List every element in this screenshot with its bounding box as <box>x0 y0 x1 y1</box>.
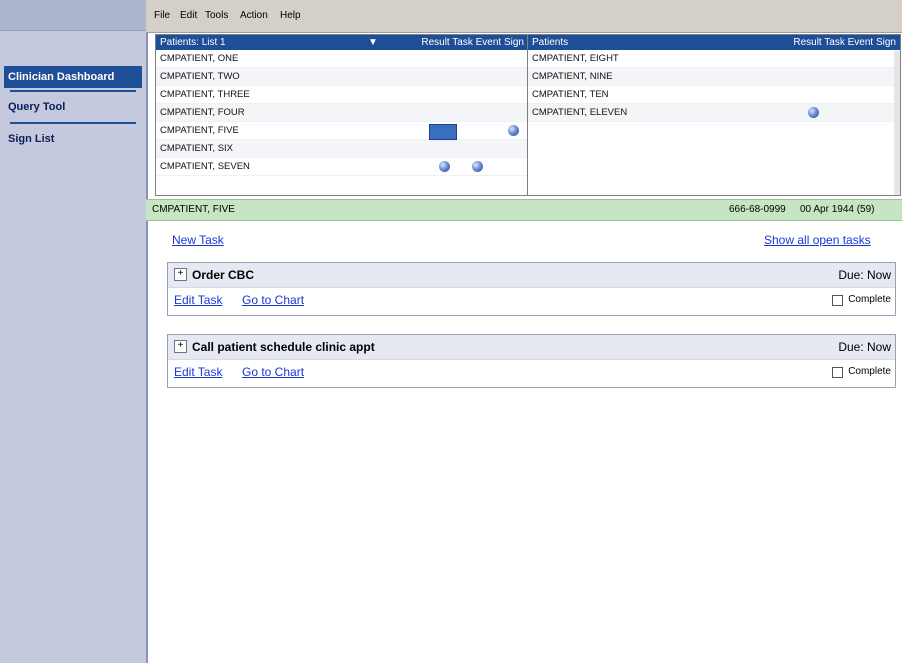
list-item[interactable]: CMPATIENT, FOUR <box>156 104 528 122</box>
sidebar-divider <box>10 122 136 124</box>
menu-file[interactable]: File <box>154 10 170 21</box>
sidebar-item-query-tool[interactable]: Query Tool <box>4 96 142 118</box>
patient-list-1-header: Patients: List 1 ▼ Result Task Event Sig… <box>156 35 528 50</box>
task-indicator-icon[interactable] <box>439 161 450 172</box>
menu-help[interactable]: Help <box>280 10 301 21</box>
list-item[interactable]: CMPATIENT, FIVE <box>156 122 528 140</box>
menu-tools[interactable]: Tools <box>205 10 228 21</box>
sidebar-item-sign-list[interactable]: Sign List <box>4 128 142 150</box>
go-to-chart-link[interactable]: Go to Chart <box>242 293 304 307</box>
edit-task-link[interactable]: Edit Task <box>174 365 222 379</box>
task-due: Due: Now <box>838 340 891 354</box>
task-due: Due: Now <box>838 268 891 282</box>
list-item[interactable]: CMPATIENT, TWO <box>156 68 528 86</box>
complete-label: Complete <box>848 294 891 305</box>
menu-action[interactable]: Action <box>240 10 268 21</box>
patient-list-1-title[interactable]: Patients: List 1 <box>160 35 226 50</box>
patient-list-2-columns: Result Task Event Sign <box>793 37 896 48</box>
list-item[interactable]: CMPATIENT, ELEVEN <box>528 104 900 122</box>
new-task-link[interactable]: New Task <box>172 233 224 247</box>
expand-icon[interactable]: + <box>174 268 187 281</box>
patient-list-1-columns: Result Task Event Sign <box>421 37 524 48</box>
list-item[interactable]: CMPATIENT, ONE <box>156 50 528 68</box>
event-indicator-icon[interactable] <box>472 161 483 172</box>
list-item[interactable]: CMPATIENT, TEN <box>528 86 900 104</box>
expand-icon[interactable]: + <box>174 340 187 353</box>
patient-list-1: Patients: List 1 ▼ Result Task Event Sig… <box>155 34 529 196</box>
patient-list-2: Patients Result Task Event Sign CMPATIEN… <box>527 34 901 196</box>
list-item[interactable]: CMPATIENT, SEVEN <box>156 158 528 176</box>
task-name: Call patient schedule clinic appt <box>192 340 375 354</box>
sidebar-divider <box>10 90 136 92</box>
sidebar-top-band <box>0 0 146 31</box>
go-to-chart-link[interactable]: Go to Chart <box>242 365 304 379</box>
scrollbar[interactable] <box>894 51 900 195</box>
list-item[interactable]: CMPATIENT, NINE <box>528 68 900 86</box>
task-header: + Order CBC Due: Now <box>168 263 895 288</box>
list-item[interactable]: CMPATIENT, THREE <box>156 86 528 104</box>
task-name: Order CBC <box>192 268 255 282</box>
task-header: + Call patient schedule clinic appt Due:… <box>168 335 895 360</box>
patient-list-2-header: Patients Result Task Event Sign <box>528 35 900 50</box>
task-actions: Edit Task Go to Chart Complete <box>168 288 895 314</box>
task-indicator-icon[interactable] <box>808 107 819 118</box>
dropdown-arrow-icon[interactable]: ▼ <box>368 35 378 50</box>
selected-patient-bar: CMPATIENT, FIVE 666-68-0999 00 Apr 1944 … <box>146 199 902 221</box>
selected-patient-name: CMPATIENT, FIVE <box>152 204 235 215</box>
task-card: + Call patient schedule clinic appt Due:… <box>167 334 896 388</box>
complete-label: Complete <box>848 366 891 377</box>
complete-checkbox[interactable] <box>832 367 843 378</box>
sidebar-item-clinician-dashboard[interactable]: Clinician Dashboard <box>4 66 142 88</box>
selected-patient-ssn: 666-68-0999 <box>729 204 786 215</box>
task-actions: Edit Task Go to Chart Complete <box>168 360 895 386</box>
show-all-open-tasks-link[interactable]: Show all open tasks <box>764 233 871 247</box>
list-item[interactable]: CMPATIENT, EIGHT <box>528 50 900 68</box>
selected-patient-dob: 00 Apr 1944 (59) <box>800 204 875 215</box>
patient-list-2-title: Patients <box>532 37 569 48</box>
menu-edit[interactable]: Edit <box>180 10 197 21</box>
menu-bar: File Edit Tools Action Help <box>146 0 902 33</box>
task-indicator-selected-icon[interactable] <box>429 124 457 140</box>
sign-indicator-icon[interactable] <box>508 125 519 136</box>
list-item[interactable]: CMPATIENT, SIX <box>156 140 528 158</box>
edit-task-link[interactable]: Edit Task <box>174 293 222 307</box>
complete-checkbox[interactable] <box>832 295 843 306</box>
sidebar: Clinician Dashboard Query Tool Sign List <box>0 0 148 663</box>
task-card: + Order CBC Due: Now Edit Task Go to Cha… <box>167 262 896 316</box>
